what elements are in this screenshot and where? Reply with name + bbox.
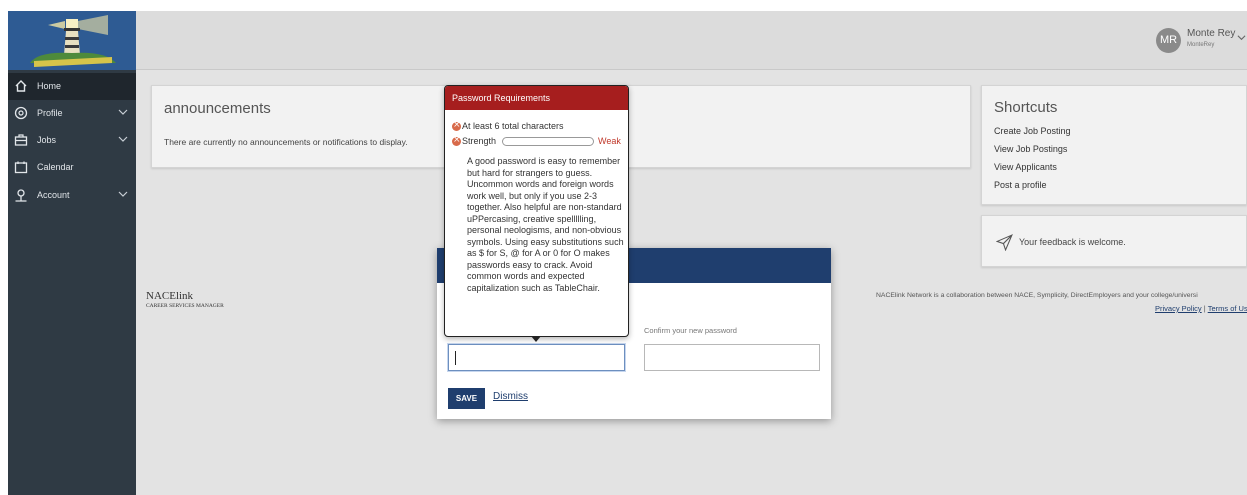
sidebar: Home Profile Jobs Calendar Account [8,11,136,495]
lighthouse-logo[interactable] [8,11,136,70]
nacelink-tagline: CAREER SERVICES MANAGER [146,303,224,309]
nacelink-brand: NACElink CAREER SERVICES MANAGER [146,290,266,314]
user-menu[interactable]: MR Monte Rey MonteRey [1156,26,1247,56]
chevron-down-icon [118,191,128,197]
sidebar-item-label: Jobs [37,135,57,145]
chevron-down-icon [1237,35,1246,41]
nacelink-wordmark: NACElink [146,290,194,302]
feedback-card[interactable]: Your feedback is welcome. [981,215,1247,267]
chevron-down-icon [118,136,128,142]
text-caret [455,351,456,365]
avatar: MR [1156,28,1181,53]
user-username: MonteRey [1187,42,1215,48]
app-window: Home Profile Jobs Calendar Account MR Mo… [0,0,1247,495]
sidebar-item-calendar[interactable]: Calendar [8,154,136,181]
popover-title: Password Requirements [452,93,551,103]
x-circle-icon [452,119,461,131]
logo-graphic [8,11,136,70]
user-name: Monte Rey [1187,28,1236,39]
terms-of-use-link[interactable]: Terms of Us [1208,304,1247,313]
strength-label: Strength [462,136,497,146]
top-bar: MR Monte Rey MonteRey [136,11,1247,70]
feedback-text: Your feedback is welcome. [1019,237,1126,247]
shortcut-create-job-posting[interactable]: Create Job Posting [994,126,1071,136]
avatar-initials: MR [1159,34,1178,46]
password-advice-text: A good password is easy to remember but … [467,156,624,293]
confirm-password-input[interactable] [644,344,820,371]
sidebar-item-home[interactable]: Home [8,73,136,100]
sidebar-item-account[interactable]: Account [8,182,136,209]
shortcut-view-applicants[interactable]: View Applicants [994,162,1057,172]
calendar-icon [14,161,28,174]
paper-plane-icon [996,234,1013,251]
home-icon [15,80,27,92]
strength-meter [502,137,594,146]
shortcut-post-a-profile[interactable]: Post a profile [994,180,1047,190]
footer-separator: | [1203,304,1206,313]
sidebar-item-label: Account [37,190,70,200]
profile-icon [14,106,28,120]
popover-header: Password Requirements [445,86,628,110]
footer-network-text: NACElink Network is a collaboration betw… [876,292,1198,299]
shortcuts-title: Shortcuts [994,99,1058,116]
privacy-policy-link[interactable]: Privacy Policy [1155,304,1202,313]
footer-links: Privacy Policy | Terms of Us [1155,304,1247,313]
shortcuts-card: Shortcuts Create Job Posting View Job Po… [981,85,1247,205]
sidebar-item-label: Home [37,81,62,91]
sidebar-item-jobs[interactable]: Jobs [8,127,136,154]
announcements-title: announcements [164,100,271,117]
sidebar-item-profile[interactable]: Profile [8,100,136,127]
sidebar-item-label: Profile [37,108,63,118]
save-button[interactable]: SAVE [448,388,485,409]
confirm-password-label: Confirm your new password [644,326,737,335]
password-requirements-popover: Password Requirements At least 6 total c… [444,85,629,342]
popover-arrow [531,336,541,342]
sidebar-item-label: Calendar [37,162,74,172]
chevron-down-icon [118,109,128,115]
new-password-input[interactable] [448,344,625,371]
x-circle-icon [452,134,461,146]
shortcut-view-job-postings[interactable]: View Job Postings [994,144,1067,154]
announcements-empty-text: There are currently no announcements or … [164,137,408,147]
requirement-length: At least 6 total characters [462,121,564,131]
account-icon [15,189,27,202]
strength-value: Weak [598,136,621,146]
jobs-icon [14,134,28,146]
dismiss-link[interactable]: Dismiss [493,391,528,402]
